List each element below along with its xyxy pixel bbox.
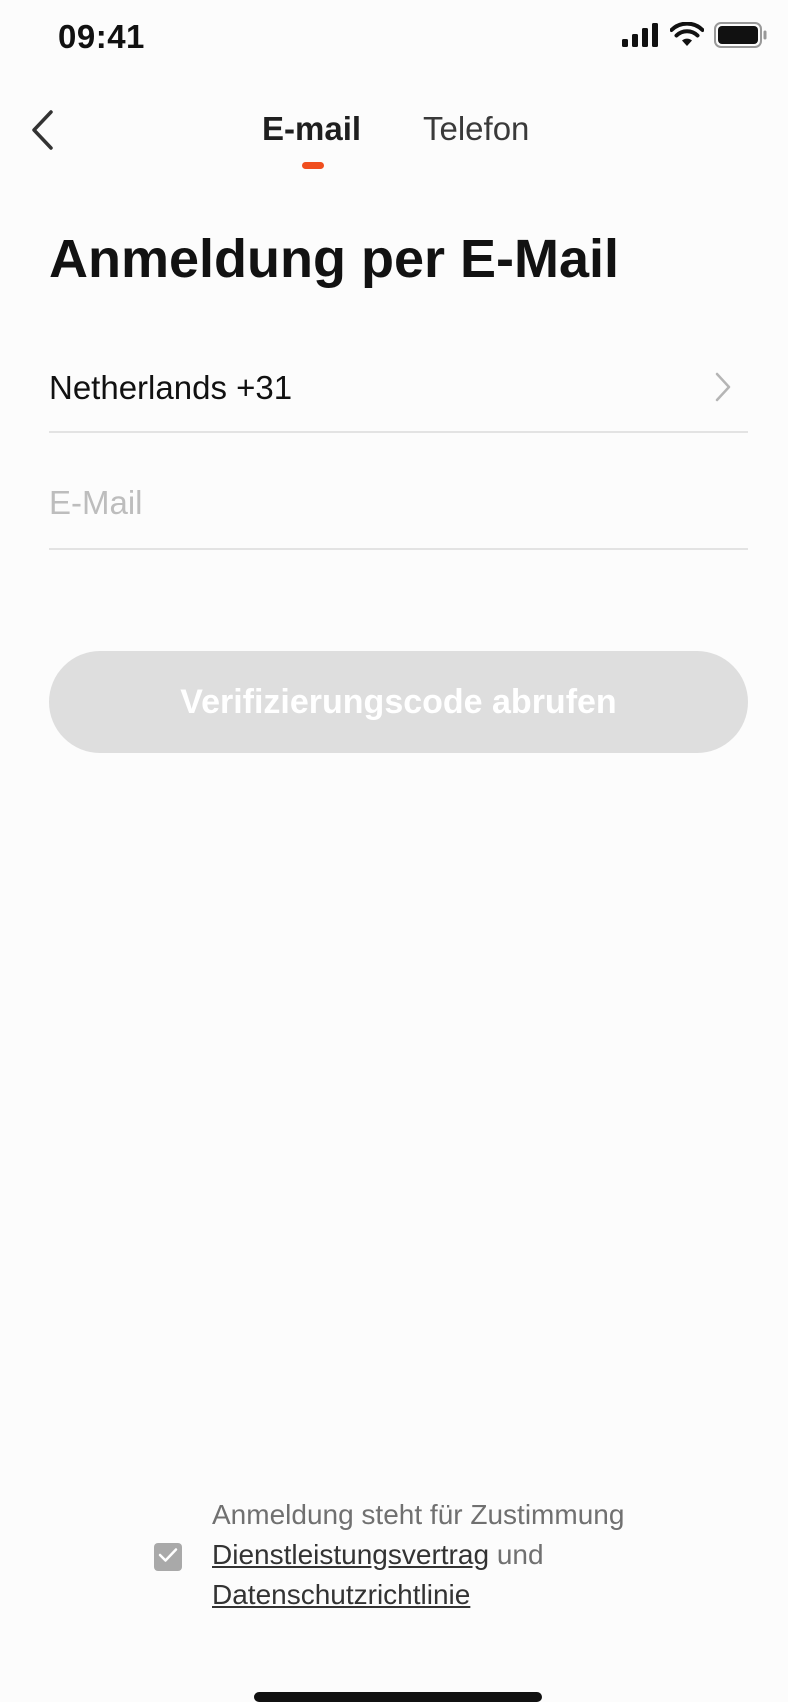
status-bar: 09:41: [0, 0, 788, 90]
chevron-left-icon: [29, 109, 55, 156]
email-field-row: [49, 460, 748, 550]
active-tab-indicator: [302, 162, 324, 169]
wifi-icon: [669, 21, 705, 53]
nav-bar: E-mail Telefon: [0, 90, 788, 185]
signal-icon: [622, 22, 660, 52]
get-verification-code-button[interactable]: Verifizierungscode abrufen: [49, 651, 748, 753]
chevron-right-icon: [714, 371, 732, 408]
service-agreement-link[interactable]: Dienstleistungsvertrag: [212, 1539, 489, 1570]
country-selector[interactable]: Netherlands +31: [49, 345, 748, 433]
consent-checkbox[interactable]: [154, 1543, 182, 1571]
consent-connector: und: [496, 1539, 544, 1570]
back-button[interactable]: [18, 102, 66, 162]
status-time: 09:41: [58, 18, 145, 55]
status-icons: [622, 21, 768, 53]
home-indicator: [254, 1692, 542, 1702]
email-input[interactable]: [49, 478, 739, 528]
checkmark-icon: [158, 1547, 178, 1568]
tab-phone[interactable]: Telefon: [423, 110, 529, 148]
consent-text: Anmeldung steht für Zustimmung Dienstlei…: [212, 1495, 752, 1615]
privacy-policy-link[interactable]: Datenschutzrichtlinie: [212, 1579, 470, 1610]
country-label: Netherlands +31: [49, 369, 293, 406]
tab-email[interactable]: E-mail: [262, 110, 361, 148]
page-title: Anmeldung per E-Mail: [49, 229, 620, 289]
consent-intro: Anmeldung steht für Zustimmung: [212, 1499, 625, 1530]
battery-icon: [714, 21, 768, 53]
